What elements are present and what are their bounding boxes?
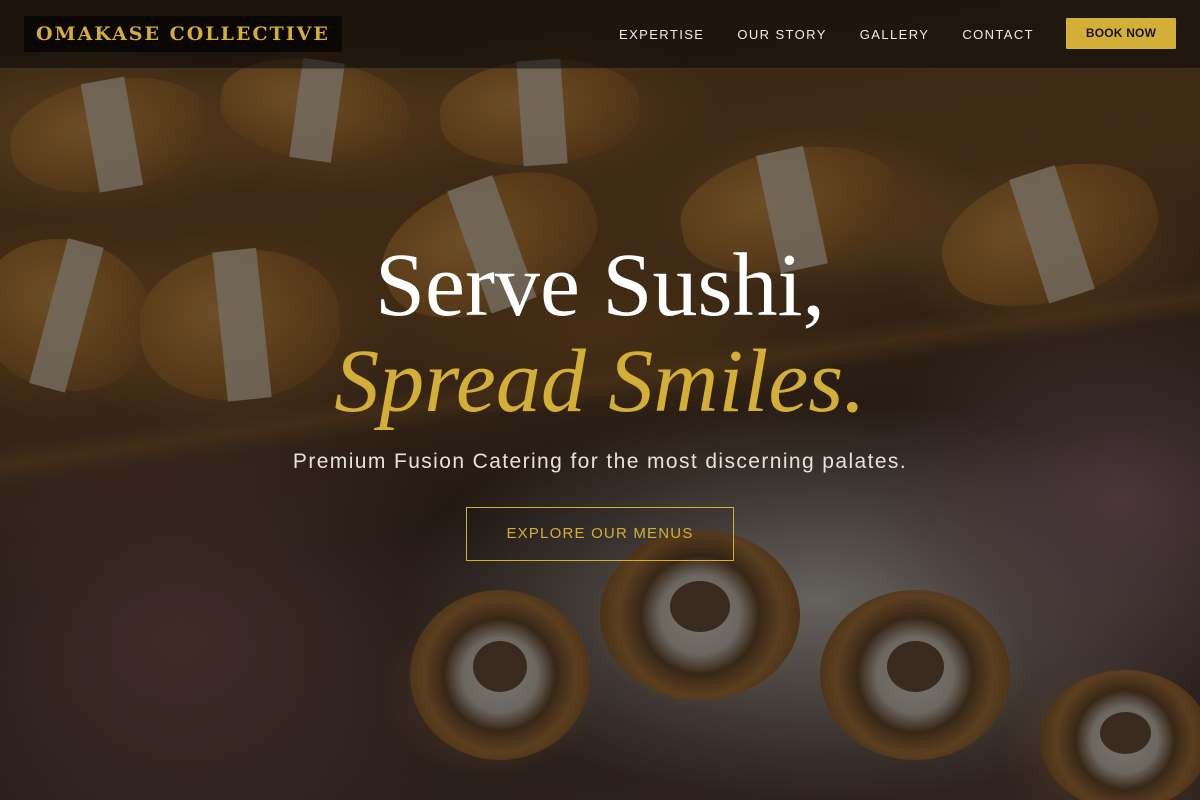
explore-menus-button[interactable]: EXPLORE OUR MENUS [466, 507, 734, 561]
hero-headline-line2: Spread Smiles. [334, 332, 866, 431]
nav-link-contact[interactable]: CONTACT [962, 27, 1034, 42]
hero-headline-line1: Serve Sushi, [375, 236, 825, 335]
nav-link-gallery[interactable]: GALLERY [860, 27, 930, 42]
nav-link-our-story[interactable]: OUR STORY [737, 27, 826, 42]
page: OMAKASE COLLECTIVE EXPERTISE OUR STORY G… [0, 0, 1200, 800]
nav-link-expertise[interactable]: EXPERTISE [619, 27, 704, 42]
hero-subheading: Premium Fusion Catering for the most dis… [292, 450, 908, 473]
site-header: OMAKASE COLLECTIVE EXPERTISE OUR STORY G… [0, 0, 1200, 69]
main-nav: EXPERTISE OUR STORY GALLERY CONTACT [586, 0, 1034, 68]
brand-logo[interactable]: OMAKASE COLLECTIVE [24, 16, 342, 52]
book-now-button[interactable]: BOOK NOW [1066, 18, 1176, 49]
